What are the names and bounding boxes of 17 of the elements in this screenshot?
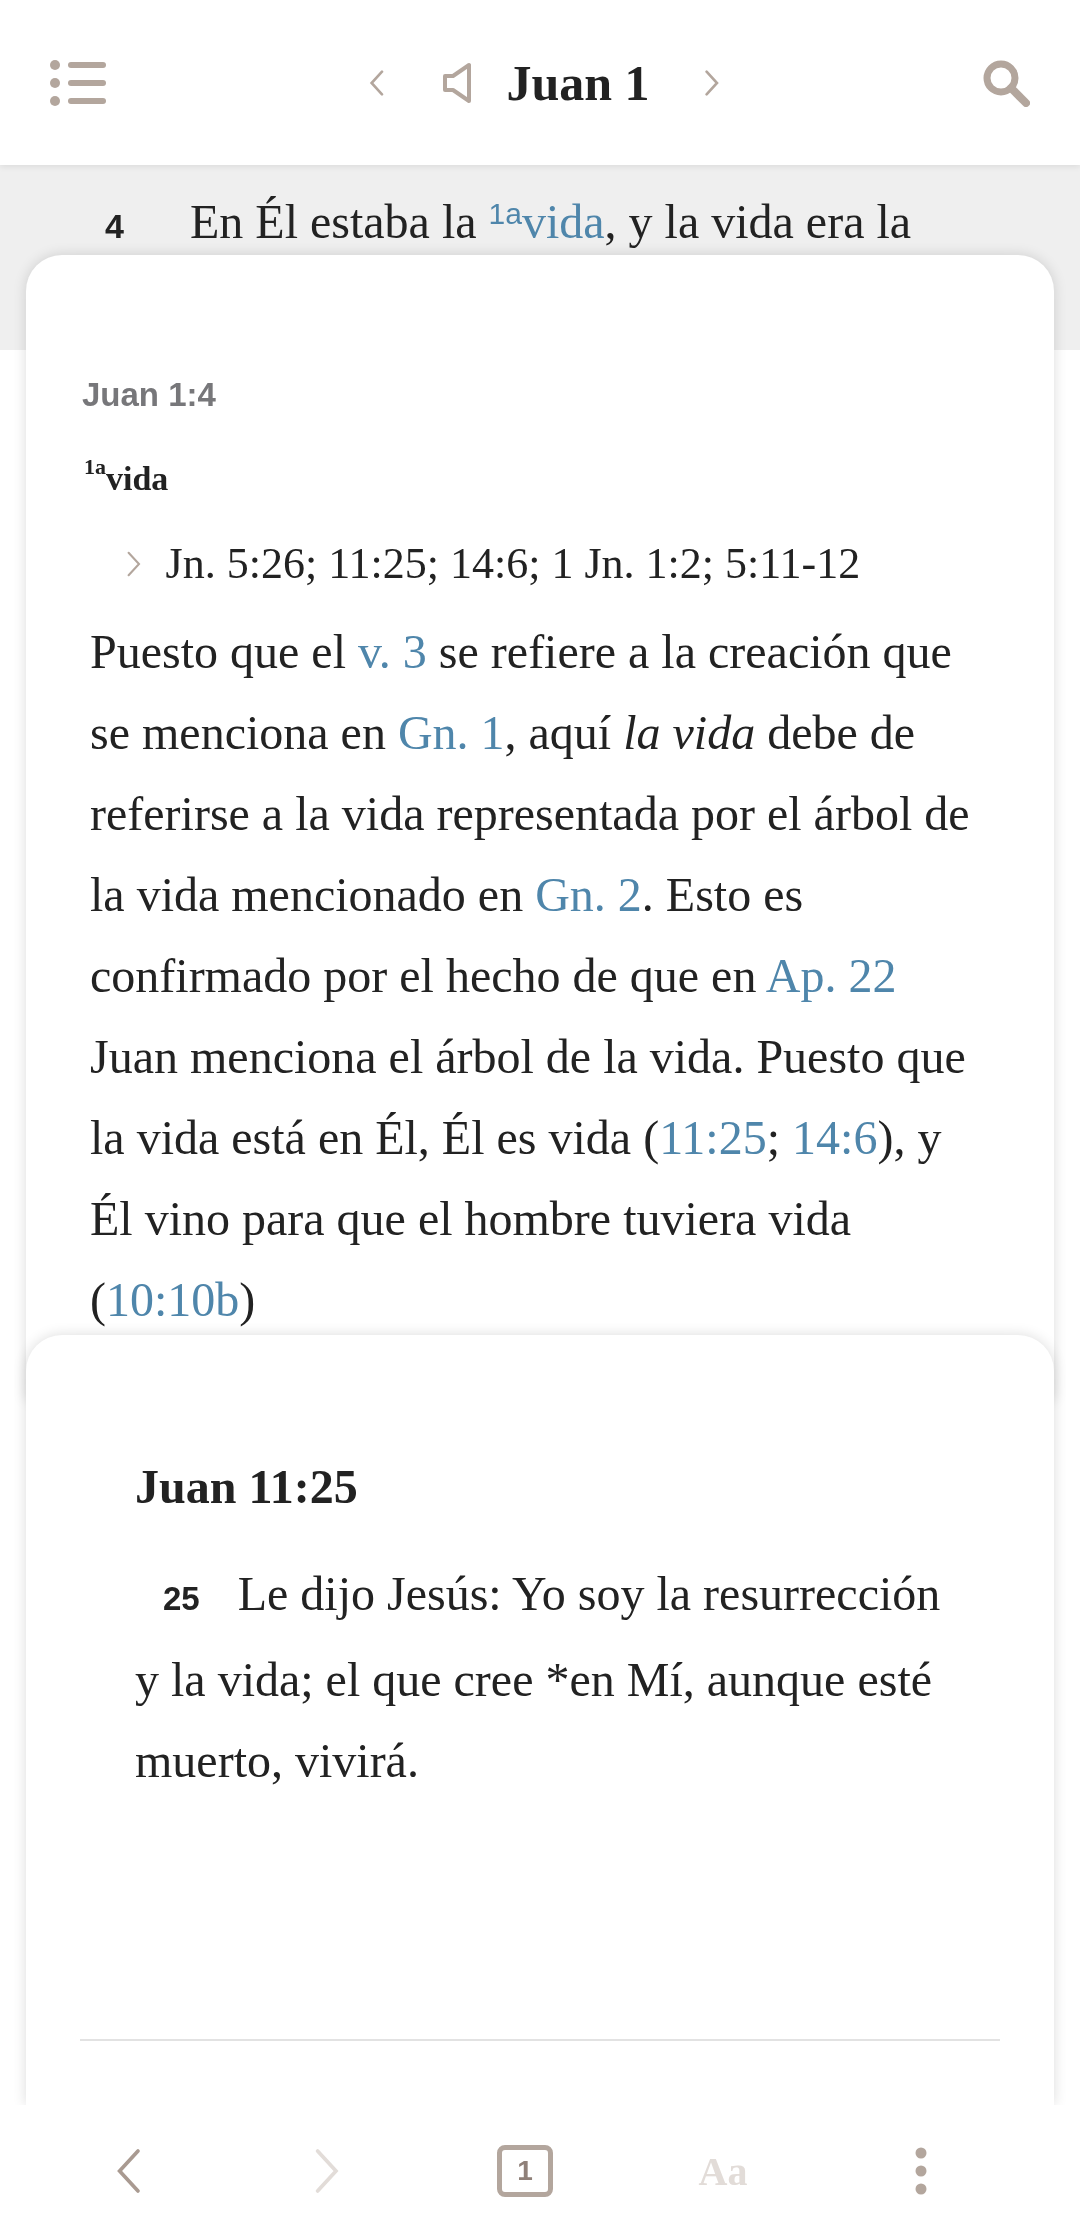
cross-references[interactable]: Jn. 5:26; 11:25; 14:6; 1 Jn. 1:2; 5:11-12 [165, 539, 861, 589]
note-link[interactable]: $^{1a}$vida [488, 195, 605, 248]
reference-link[interactable]: Ap. 22 [765, 949, 897, 1002]
note-heading: $^{1a}$vida [84, 459, 170, 499]
reference-link[interactable]: Gn. 1 [397, 706, 505, 759]
chapter-title: Juan 1 [506, 53, 650, 112]
chapter-button[interactable]: 1 [497, 2145, 553, 2197]
reference-link[interactable]: Gn. 2 [535, 868, 642, 921]
reference-link[interactable]: 14:6 [792, 1111, 878, 1164]
verse-text: 25 Le dijo Jesús: Yo soy la resurrección y la vida; el que cree *en Mí, aunque esté muerto, vivirá. [135, 1566, 942, 1789]
verse-reference: Juan 11:25 [135, 1459, 359, 1515]
verse-text: En Él estaba la $^{1a}$vida, y la vida era la [190, 194, 912, 250]
reference-link[interactable]: 10:10b [106, 1273, 240, 1326]
reference-link[interactable]: 11:25 [659, 1111, 767, 1164]
reference-link[interactable]: v. 3 [357, 625, 427, 678]
note-reference: Juan 1:4 [82, 375, 217, 415]
verse-number: 4 [105, 207, 125, 246]
